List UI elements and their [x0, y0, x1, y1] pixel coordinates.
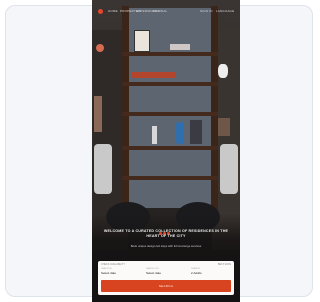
dark-vase — [190, 120, 202, 144]
shelf-board — [122, 146, 218, 150]
check-in-field[interactable]: CHECK IN Select date — [101, 268, 141, 277]
picture-frame-right — [218, 118, 230, 136]
field-value: Select date — [146, 271, 162, 275]
shelf-post-left — [122, 6, 129, 216]
shelf-board — [122, 52, 218, 56]
guests-field[interactable]: GUESTS 2 Adults — [191, 268, 231, 277]
hero-headline: WELCOME TO A CURATED COLLECTION OF RESID… — [103, 229, 229, 238]
wall-ornament — [96, 44, 104, 52]
bottle — [152, 126, 157, 144]
search-form-title: CHECK AVAILABILITY — [101, 263, 126, 266]
check-out-field[interactable]: CHECK OUT Select date — [146, 268, 186, 277]
field-value: Select date — [101, 271, 117, 275]
nav-sign-in[interactable]: SIGN IN — [200, 9, 213, 13]
shelf-post-right — [211, 6, 218, 216]
hero-subline: Book unique design-led stays with full c… — [130, 244, 202, 248]
top-nav: HOME PROPERTIES EXPERIENCES JOURNAL SIGN… — [92, 0, 240, 24]
nav-language[interactable]: LANGUAGE — [216, 9, 234, 13]
blue-vase — [176, 122, 184, 144]
hero-image — [92, 0, 240, 302]
nav-link-journal[interactable]: JOURNAL — [152, 9, 167, 13]
red-books — [132, 72, 176, 78]
field-value: 2 Adults — [191, 271, 202, 275]
mobile-page: HOME PROPERTIES EXPERIENCES JOURNAL SIGN… — [92, 0, 240, 302]
framed-picture — [134, 30, 150, 52]
shelf-board — [122, 176, 218, 180]
brand-logo[interactable] — [98, 9, 103, 14]
white-coral — [218, 64, 228, 78]
book-stack — [170, 44, 190, 50]
wall-art — [94, 96, 102, 132]
search-form-note: BEST RATE — [217, 263, 231, 266]
shelf-board — [122, 112, 218, 116]
armchair-left — [94, 144, 112, 194]
armchair-right — [220, 144, 238, 194]
search-form: CHECK AVAILABILITY BEST RATE CHECK IN Se… — [98, 261, 234, 295]
search-button[interactable]: SEARCH — [101, 280, 231, 292]
nav-link-home[interactable]: HOME — [108, 9, 118, 13]
shelf-board — [122, 82, 218, 86]
